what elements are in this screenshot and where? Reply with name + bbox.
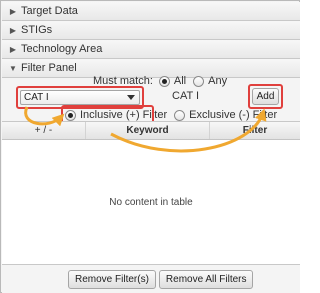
- must-match-all-label: All: [173, 75, 187, 87]
- exclusive-filter-label: Exclusive (-) Filter: [189, 109, 278, 121]
- add-filter-button[interactable]: Add: [252, 88, 279, 105]
- severity-combobox-value: CAT I: [24, 92, 49, 103]
- section-stigs[interactable]: ▶ STIGs: [2, 21, 300, 40]
- collapse-arrow-icon: ▼: [9, 63, 17, 73]
- expand-arrow-icon: ▶: [9, 6, 17, 16]
- filter-actions: Remove Filter(s) Remove All Filters: [68, 270, 254, 289]
- severity-combobox[interactable]: CAT I: [20, 90, 140, 105]
- remove-filters-button[interactable]: Remove Filter(s): [68, 270, 156, 289]
- column-header-filter[interactable]: Filter: [210, 122, 300, 139]
- must-match-all-radio[interactable]: [158, 75, 170, 87]
- filter-preview-text: CAT I: [172, 90, 200, 102]
- section-label: STIGs: [21, 24, 53, 36]
- must-match-label: Must match:: [93, 75, 153, 87]
- section-target-data[interactable]: ▶ Target Data: [2, 2, 300, 21]
- stig-viewer-panel: ▶ Target Data ▶ STIGs ▶ Technology Area …: [0, 0, 300, 293]
- must-match-any-radio[interactable]: [193, 75, 205, 87]
- chevron-down-icon[interactable]: [127, 95, 135, 100]
- must-match-any-label: Any: [208, 75, 228, 87]
- column-header-keyword[interactable]: Keyword: [86, 122, 210, 139]
- remove-all-filters-button[interactable]: Remove All Filters: [158, 270, 254, 289]
- section-label: Target Data: [21, 5, 78, 17]
- expand-arrow-icon: ▶: [9, 44, 17, 54]
- column-header-plus-minus[interactable]: + / -: [2, 122, 86, 139]
- expand-arrow-icon: ▶: [9, 25, 17, 35]
- exclusive-filter-radio[interactable]: [174, 109, 186, 121]
- filters-table: + / - Keyword Filter No content in table: [2, 121, 300, 265]
- inclusive-filter-radio[interactable]: [65, 109, 76, 121]
- filter-type-group: Inclusive (+) Filter Exclusive (-) Filte…: [65, 108, 284, 122]
- must-match-group: Must match: All Any: [93, 74, 234, 88]
- section-technology-area[interactable]: ▶ Technology Area: [2, 40, 300, 59]
- inclusive-filter-label: Inclusive (+) Filter: [80, 109, 168, 121]
- table-empty-message: No content in table: [109, 197, 193, 208]
- section-label: Technology Area: [21, 43, 103, 55]
- section-label: Filter Panel: [21, 62, 77, 74]
- table-header: + / - Keyword Filter: [2, 122, 300, 140]
